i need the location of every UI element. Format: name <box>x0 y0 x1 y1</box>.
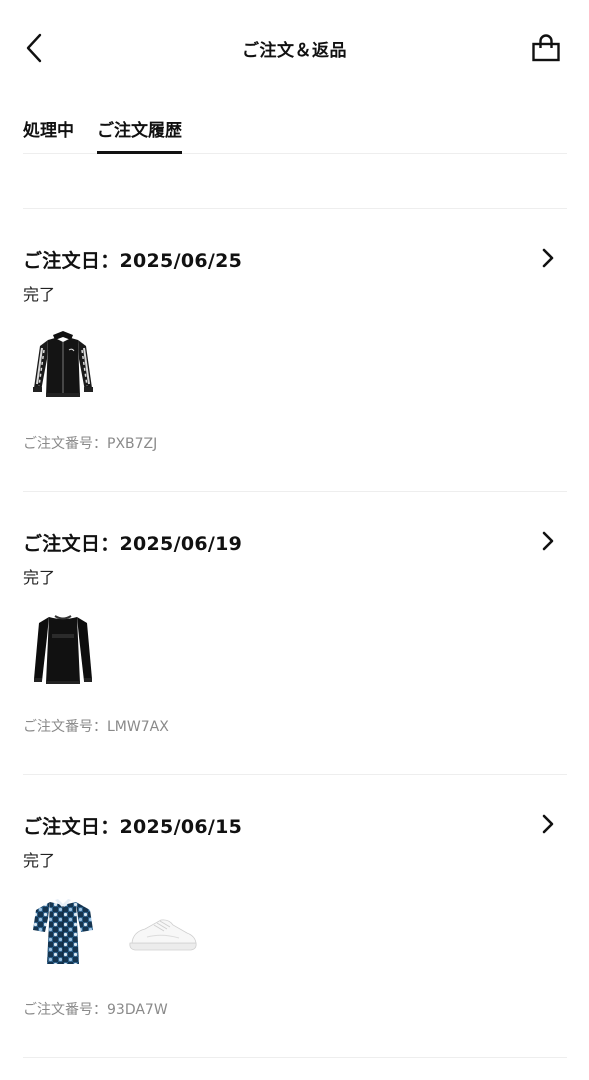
product-thumbnails <box>23 887 203 977</box>
tab-processing[interactable]: 処理中 <box>23 116 74 153</box>
order-number: ご注文番号：LMW7AX <box>23 719 169 735</box>
chevron-right-icon[interactable] <box>539 812 557 836</box>
product-thumbnail[interactable] <box>123 887 203 977</box>
chevron-right-icon[interactable] <box>539 529 557 553</box>
order-date: ご注文日：2025/06/25 <box>23 250 243 272</box>
blue-print-shirt-image <box>33 899 93 964</box>
shopping-bag-button[interactable] <box>529 30 563 66</box>
black-track-jacket-image <box>33 331 93 397</box>
order-number: ご注文番号：PXB7ZJ <box>23 436 158 452</box>
order-status: 完了 <box>23 285 56 304</box>
black-sweatshirt-image <box>34 615 92 684</box>
product-thumbnails <box>23 321 103 411</box>
page-title: ご注文＆返品 <box>242 41 347 61</box>
order-status: 完了 <box>23 568 56 587</box>
white-sneaker-image <box>129 919 197 951</box>
tab-bar: 処理中 ご注文履歴 <box>23 100 567 154</box>
product-thumbnails <box>23 604 103 694</box>
divider <box>23 1057 567 1058</box>
tab-order-history[interactable]: ご注文履歴 <box>97 116 182 154</box>
chevron-right-icon[interactable] <box>539 246 557 270</box>
product-thumbnail[interactable] <box>23 887 103 977</box>
order-number: ご注文番号：93DA7W <box>23 1002 168 1018</box>
product-thumbnail[interactable] <box>23 604 103 694</box>
shopping-bag-icon <box>532 34 560 62</box>
order-item[interactable]: ご注文日：2025/06/19 完了 ご注文番号：LMW7AX <box>23 491 567 774</box>
order-item[interactable]: ご注文日：2025/06/25 完了 ご注文番号：PXB7ZJ <box>23 208 567 491</box>
order-date: ご注文日：2025/06/15 <box>23 816 243 838</box>
header: ご注文＆返品 <box>0 0 589 96</box>
order-item[interactable]: ご注文日：2025/06/15 完了 ご注文番号：93DA7W <box>23 774 567 1057</box>
order-date: ご注文日：2025/06/19 <box>23 533 243 555</box>
product-thumbnail[interactable] <box>23 321 103 411</box>
order-status: 完了 <box>23 851 56 870</box>
